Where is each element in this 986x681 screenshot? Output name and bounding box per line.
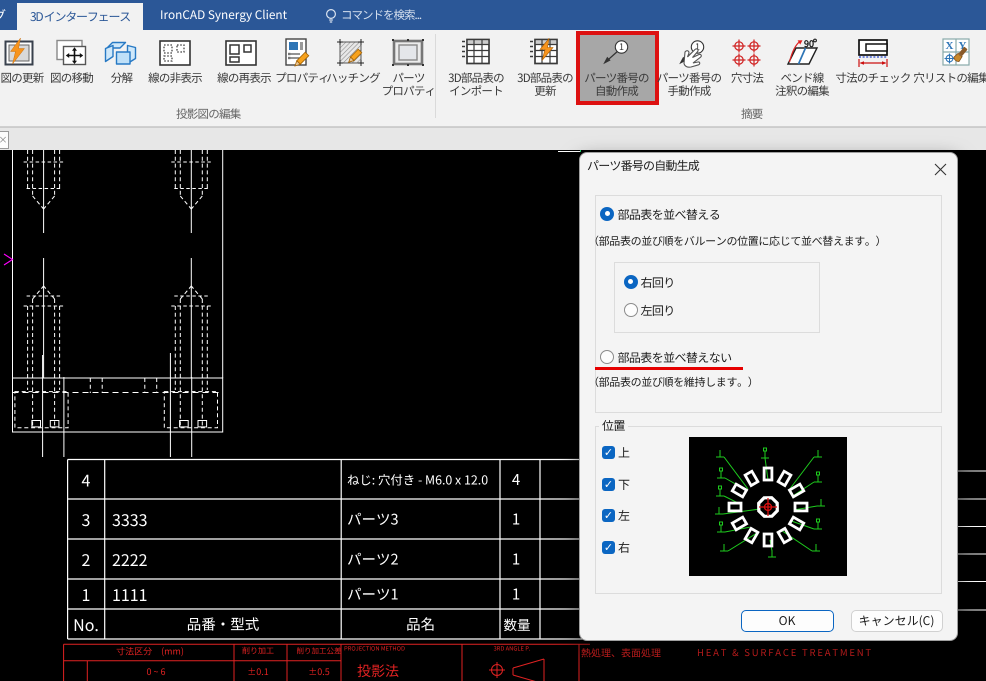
svg-text:1: 1	[512, 509, 520, 530]
svg-text:4: 4	[512, 469, 520, 490]
svg-text:削り加工公差: 削り加工公差	[297, 646, 342, 657]
svg-text:ねじ: 穴付き - M6.0 x 12.0: ねじ: 穴付き - M6.0 x 12.0	[347, 471, 488, 489]
svg-text:2: 2	[82, 547, 91, 571]
svg-text:品番・型式: 品番・型式	[187, 614, 260, 635]
svg-text:0 ~ 6: 0 ~ 6	[146, 665, 165, 678]
svg-text:パーツ1: パーツ1	[347, 584, 399, 605]
svg-text:削り加工: 削り加工	[242, 646, 274, 657]
svg-text:3333: 3333	[112, 507, 148, 531]
svg-text:No.: No.	[73, 612, 99, 636]
svg-text:90: 90	[804, 38, 814, 50]
svg-text:X: X	[946, 38, 954, 53]
svg-text:1: 1	[619, 40, 624, 53]
svg-text:HEAT & SURFACE TREATMENT: HEAT & SURFACE TREATMENT	[697, 645, 873, 659]
svg-text:投影法: 投影法	[357, 661, 399, 681]
svg-text:寸法区分 (mm): 寸法区分 (mm)	[116, 645, 184, 658]
svg-text:数量: 数量	[504, 614, 531, 634]
svg-text:4: 4	[82, 468, 91, 492]
svg-text:1: 1	[82, 582, 91, 606]
svg-text:3RD ANGLE P.: 3RD ANGLE P.	[493, 644, 530, 653]
svg-text:品名: 品名	[406, 614, 435, 635]
svg-text:パーツ2: パーツ2	[347, 549, 399, 570]
svg-text:パーツ3: パーツ3	[347, 509, 399, 530]
svg-text:±0.5: ±0.5	[308, 665, 330, 678]
svg-text:3: 3	[82, 507, 91, 531]
svg-text:2222: 2222	[112, 547, 148, 571]
svg-text:熱処理、表面処理: 熱処理、表面処理	[581, 645, 661, 660]
svg-text:1: 1	[512, 549, 520, 570]
svg-text:1: 1	[512, 584, 520, 605]
svg-text:±0.1: ±0.1	[247, 665, 269, 678]
svg-text:1111: 1111	[112, 582, 148, 606]
svg-text:PROJECTION METHOD: PROJECTION METHOD	[344, 644, 405, 653]
